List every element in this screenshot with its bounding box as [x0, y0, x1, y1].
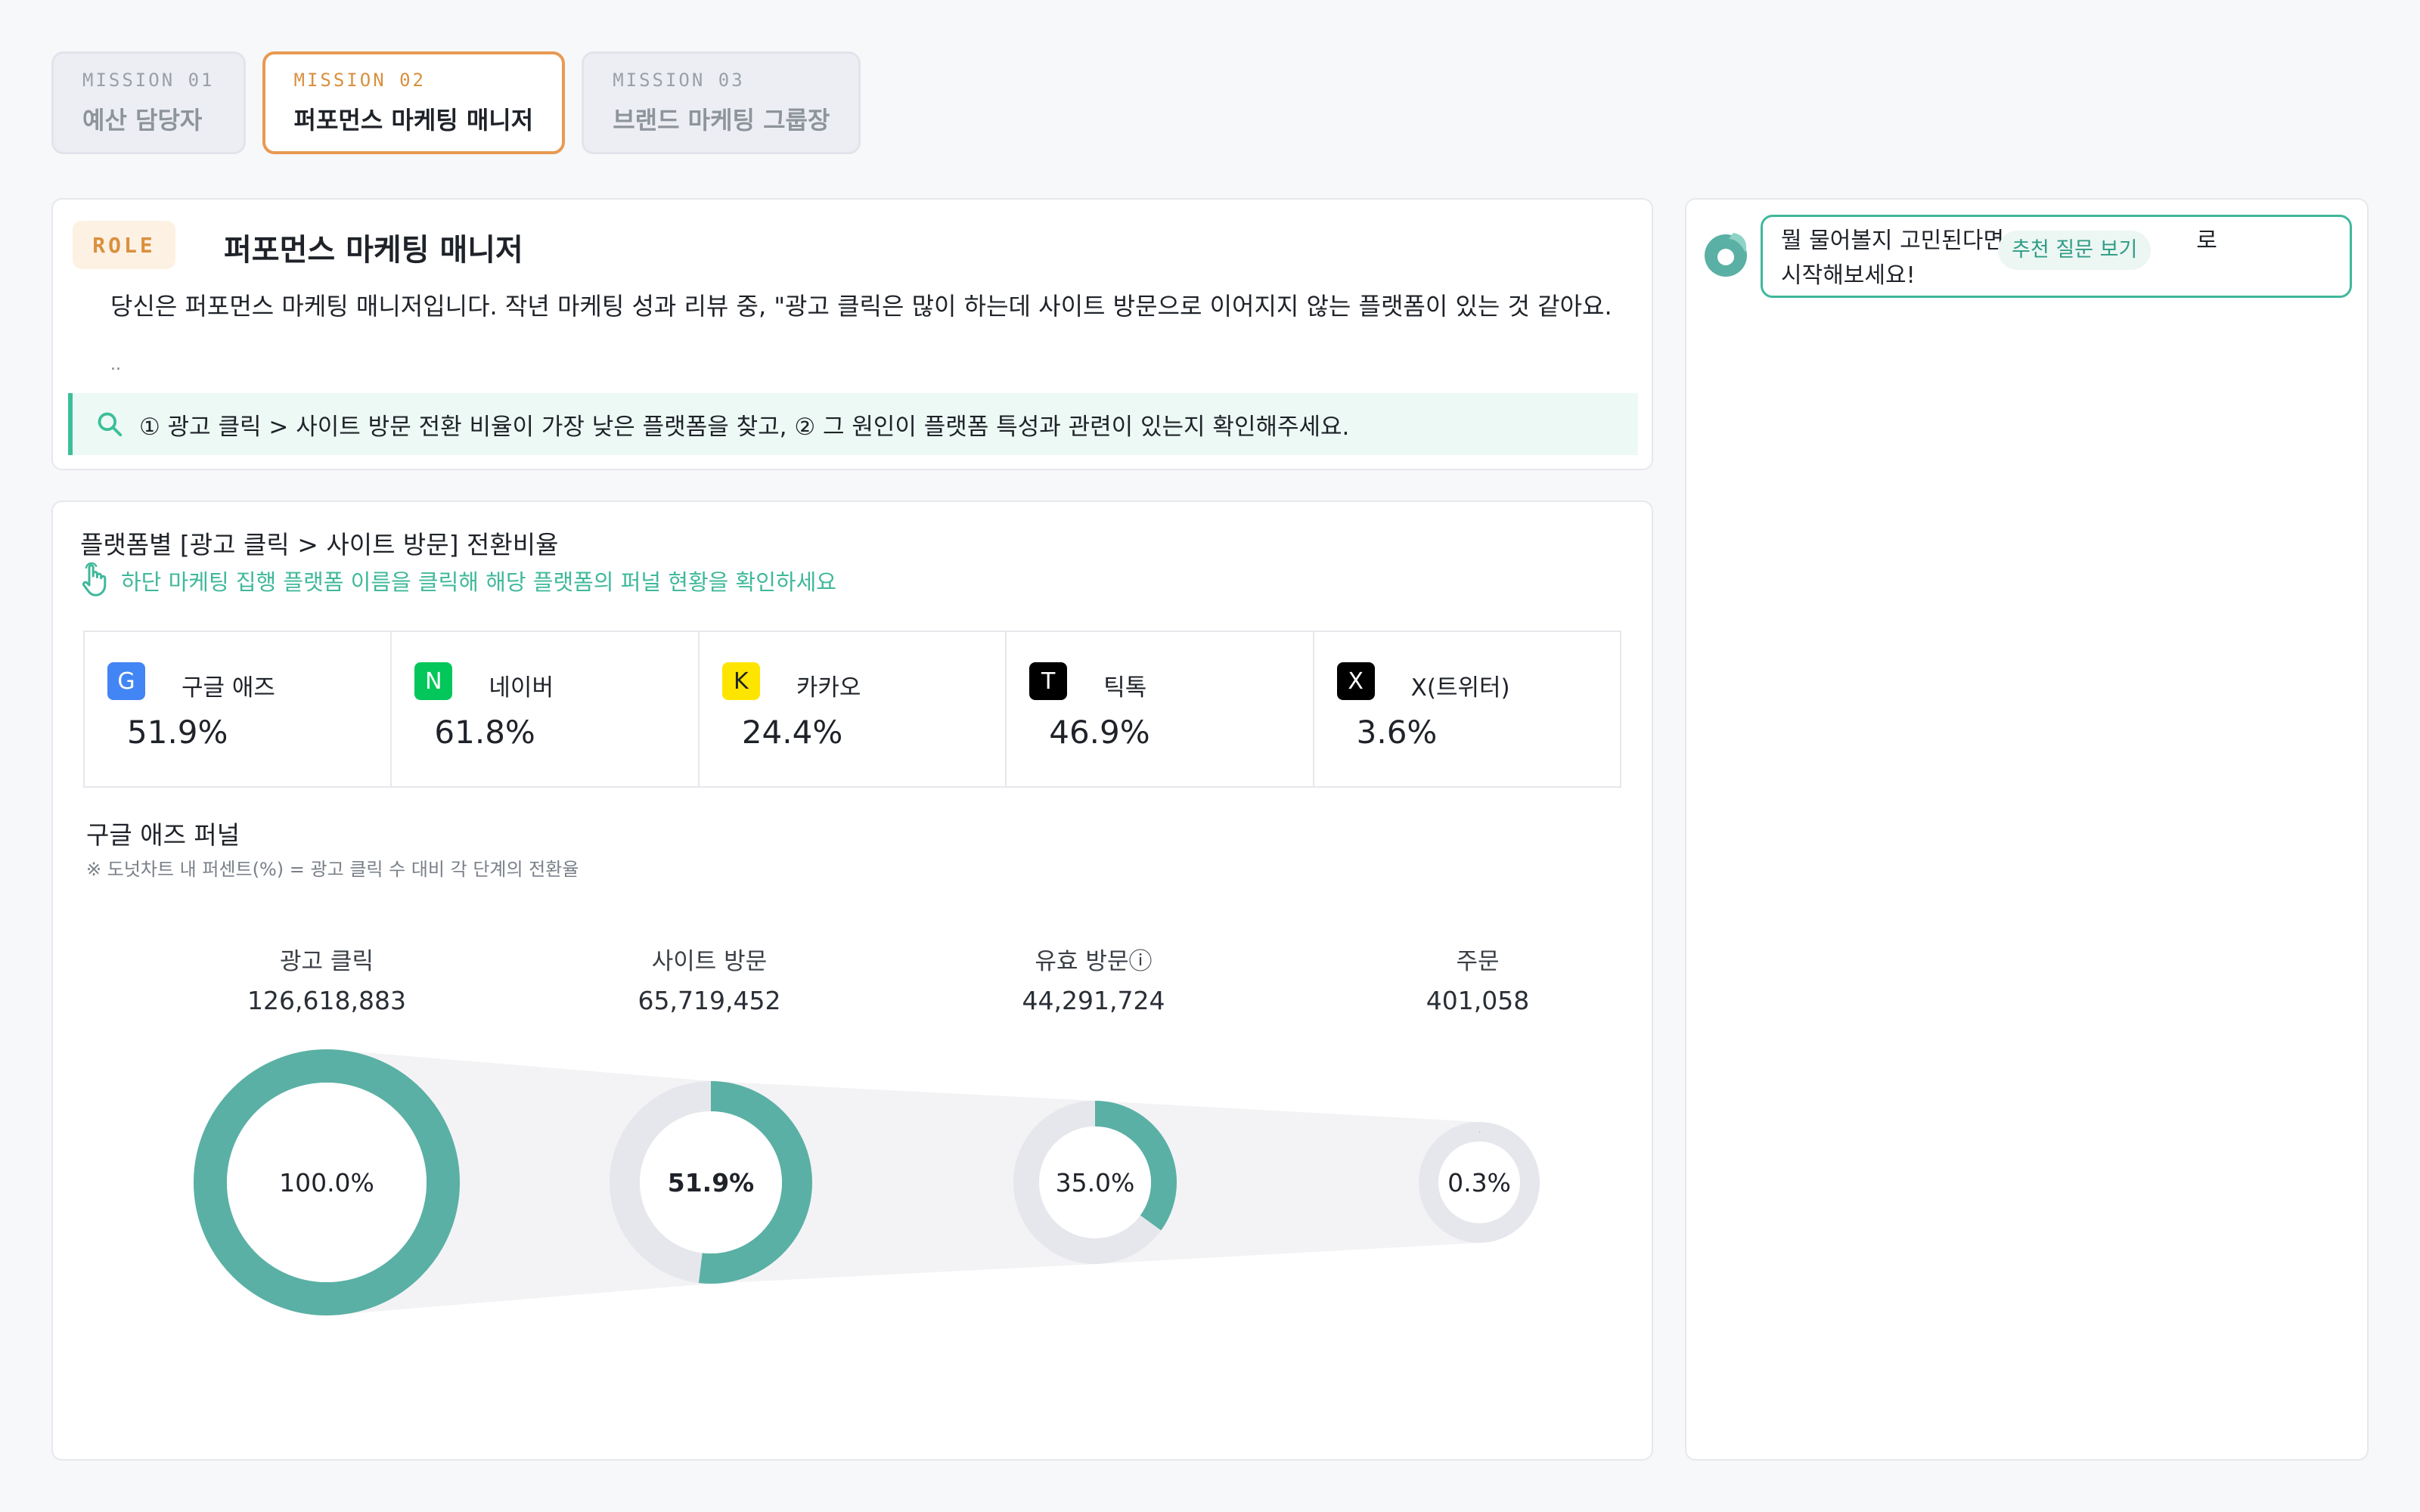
- platform-rate: 51.9%: [127, 714, 228, 751]
- platform-kakao[interactable]: K 카카오 24.4%: [700, 632, 1007, 786]
- click-hint: 하단 마케팅 집행 플랫폼 이름을 클릭해 해당 플랫폼의 퍼널 현황을 확인하…: [79, 562, 836, 599]
- stage-label: 유효 방문ⓘ: [1035, 948, 1153, 975]
- quest-box: ① 광고 클릭 > 사이트 방문 전환 비율이 가장 낮은 플랫폼을 찾고, ②…: [68, 393, 1638, 455]
- tab-mission-02[interactable]: MISSION 02 퍼포먼스 마케팅 매니저: [262, 51, 566, 154]
- stage-count: 65,719,452: [638, 986, 781, 1015]
- donut-percent-label: 100.0%: [279, 1168, 374, 1198]
- google-ads-logo-icon: G: [107, 662, 145, 700]
- role-ellipsis: ..: [110, 355, 121, 374]
- role-badge: ROLE: [73, 221, 175, 269]
- tab-name: 예산 담당자: [82, 106, 203, 135]
- platform-list: G 구글 애즈 51.9% N 네이버 61.8% K 카카오 24.4% T …: [83, 631, 1621, 788]
- donut-percent-label: 35.0%: [1056, 1168, 1135, 1198]
- role-card: ROLE 퍼포먼스 마케팅 매니저 당신은 퍼포먼스 마케팅 매니저입니다. 작…: [51, 198, 1653, 470]
- platform-rate: 24.4%: [741, 714, 843, 751]
- tab-code: MISSION 01: [82, 70, 215, 91]
- stage-count: 126,618,883: [247, 986, 406, 1015]
- naver-logo-icon: N: [414, 662, 453, 700]
- stage-label: 사이트 방문: [651, 948, 768, 975]
- stage-count: 44,291,724: [1022, 986, 1165, 1015]
- chat-message-bubble: 뭘 물어볼지 고민된다면 추천 질문 보기 로 시작해보세요!: [1761, 215, 2352, 298]
- section-title: 플랫폼별 [광고 클릭 > 사이트 방문] 전환비율: [80, 530, 559, 559]
- donut-percent-label: 51.9%: [668, 1168, 755, 1198]
- platform-name: X(트위터): [1410, 674, 1510, 702]
- tiktok-logo-icon: T: [1029, 662, 1068, 700]
- platform-tiktok[interactable]: T 틱톡 46.9%: [1007, 632, 1314, 786]
- funnel-donut-chart: 100.0% 51.9% 35.0% 0.3%: [194, 1049, 1540, 1315]
- funnel-title: 구글 애즈 퍼널: [86, 820, 240, 850]
- mission-tabs: MISSION 01 예산 담당자 MISSION 02 퍼포먼스 마케팅 매니…: [51, 51, 861, 154]
- click-hint-text: 하단 마케팅 집행 플랫폼 이름을 클릭해 해당 플랫폼의 퍼널 현황을 확인하…: [121, 569, 836, 595]
- stage-label: 주문: [1456, 948, 1500, 975]
- platform-naver[interactable]: N 네이버 61.8%: [392, 632, 700, 786]
- platform-google-ads[interactable]: G 구글 애즈 51.9%: [85, 632, 392, 786]
- quest-text: ① 광고 클릭 > 사이트 방문 전환 비율이 가장 낮은 플랫폼을 찾고, ②…: [139, 413, 1350, 441]
- tab-mission-01[interactable]: MISSION 01 예산 담당자: [51, 51, 246, 154]
- chat-message-tail: 로: [2196, 228, 2217, 254]
- suggested-questions-button[interactable]: 추천 질문 보기: [1998, 231, 2152, 270]
- stage-count: 401,058: [1426, 986, 1530, 1015]
- tab-code: MISSION 03: [613, 70, 745, 91]
- tab-name: 퍼포먼스 마케팅 매니저: [293, 106, 534, 135]
- platform-rate: 3.6%: [1356, 714, 1438, 751]
- tab-code: MISSION 02: [293, 70, 426, 91]
- donut-percent-label: 0.3%: [1447, 1168, 1511, 1198]
- pointer-hand-icon: [82, 562, 107, 596]
- chat-panel: 뭘 물어볼지 고민된다면 추천 질문 보기 로 시작해보세요!: [1685, 198, 2369, 1461]
- role-description: 당신은 퍼포먼스 마케팅 매니저입니다. 작년 마케팅 성과 리뷰 중, "광고…: [110, 292, 1612, 321]
- platform-name: 틱톡: [1103, 674, 1147, 702]
- platform-rate: 61.8%: [434, 714, 535, 751]
- platform-name: 카카오: [796, 674, 861, 702]
- assistant-avatar-icon: [1705, 233, 1747, 277]
- search-icon: [98, 412, 123, 437]
- tab-mission-03[interactable]: MISSION 03 브랜드 마케팅 그룹장: [582, 51, 861, 154]
- tab-name: 브랜드 마케팅 그룹장: [613, 106, 830, 135]
- platform-rate: 46.9%: [1049, 714, 1150, 751]
- funnel-note: ※ 도넛차트 내 퍼센트(%) = 광고 클릭 수 대비 각 단계의 전환율: [86, 859, 579, 880]
- platform-name: 네이버: [489, 674, 554, 702]
- kakao-logo-icon: K: [721, 662, 760, 700]
- platform-x-twitter[interactable]: X X(트위터) 3.6%: [1314, 632, 1620, 786]
- platform-name: 구글 애즈: [182, 674, 275, 702]
- funnel-card: 플랫폼별 [광고 클릭 > 사이트 방문] 전환비율 하단 마케팅 집행 플랫폼…: [51, 500, 1653, 1461]
- stage-label: 광고 클릭: [280, 948, 374, 975]
- role-title: 퍼포먼스 마케팅 매니저: [224, 233, 523, 268]
- chat-message-text: 뭘 물어볼지 고민된다면: [1781, 228, 2005, 254]
- x-logo-icon: X: [1336, 662, 1375, 700]
